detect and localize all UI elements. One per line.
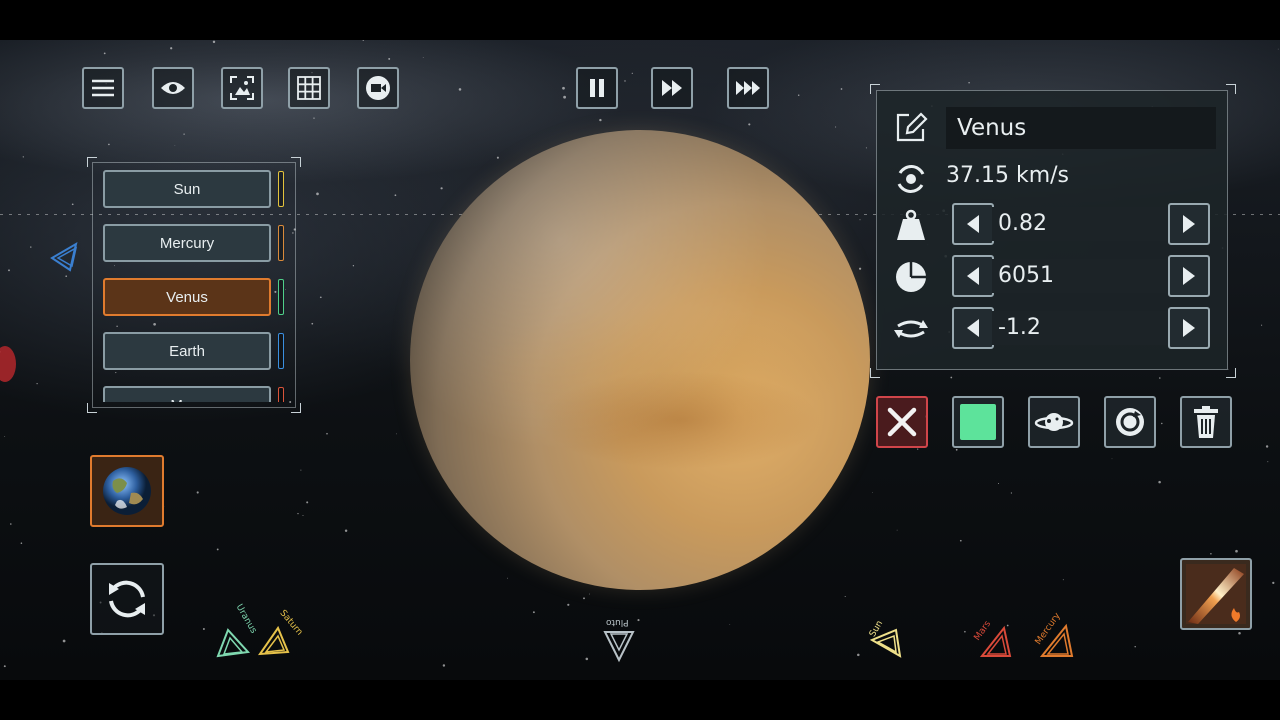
meteor-fire-icon — [1186, 564, 1246, 624]
object-list-item[interactable]: Venus — [103, 278, 271, 316]
radius-increase-button[interactable] — [1168, 255, 1210, 297]
weight-icon — [897, 209, 925, 240]
rotation-icon-wrap — [893, 311, 929, 347]
arrow-left-icon — [967, 319, 979, 337]
earth-thumbnail-icon — [103, 467, 151, 515]
trash-icon — [1194, 406, 1218, 438]
close-panel-button[interactable] — [876, 396, 928, 448]
edit-name-button[interactable] — [893, 109, 929, 145]
object-color-tag — [278, 333, 284, 369]
pause-button[interactable] — [576, 67, 618, 109]
faster-forward-button[interactable] — [727, 67, 769, 109]
menu-icon — [92, 79, 114, 97]
rotation-value[interactable]: -1.2 — [992, 311, 1170, 345]
arrow-right-icon — [1183, 215, 1195, 233]
fast-forward-icon — [662, 80, 682, 96]
destroy-mode-button[interactable] — [1180, 558, 1252, 630]
radius-stepper[interactable]: 6051 — [952, 255, 1210, 297]
menu-button[interactable] — [82, 67, 124, 109]
object-color-tag — [278, 387, 284, 402]
mercury-direction-marker[interactable] — [1040, 622, 1080, 660]
object-list-item[interactable]: Sun — [103, 170, 271, 208]
mass-value[interactable]: 0.82 — [992, 207, 1170, 241]
pluto-marker-label: Pluto — [606, 617, 629, 627]
screenshot-icon — [230, 76, 254, 100]
speed-icon-wrap — [893, 161, 929, 197]
refresh-icon — [109, 580, 145, 618]
radius-icon-wrap — [893, 259, 929, 295]
planet-type-button[interactable] — [1028, 396, 1080, 448]
object-name-field[interactable]: Venus — [946, 107, 1216, 149]
follow-object-button[interactable] — [1104, 396, 1156, 448]
arrow-right-icon — [1183, 319, 1195, 337]
radius-value[interactable]: 6051 — [992, 259, 1170, 293]
grid-button[interactable] — [288, 67, 330, 109]
rotation-stepper[interactable]: -1.2 — [952, 307, 1210, 349]
ringed-planet-icon — [1034, 413, 1074, 431]
object-color-tag — [278, 171, 284, 207]
radius-decrease-button[interactable] — [952, 255, 994, 297]
rotation-increase-button[interactable] — [1168, 307, 1210, 349]
mass-decrease-button[interactable] — [952, 203, 994, 245]
follow-orbit-icon — [1116, 408, 1144, 436]
mass-stepper[interactable]: 0.82 — [952, 203, 1210, 245]
sun-direction-marker[interactable] — [870, 626, 906, 660]
object-list-viewport[interactable]: Sun Mercury Venus Earth Mars — [96, 166, 292, 402]
close-icon — [887, 407, 917, 437]
rotation-icon — [894, 320, 928, 338]
record-button[interactable] — [357, 67, 399, 109]
offscreen-marker-left[interactable] — [48, 240, 96, 284]
pluto-direction-marker[interactable] — [603, 630, 635, 664]
radius-icon — [896, 262, 926, 292]
pause-icon — [590, 79, 604, 97]
object-info-panel: Venus 37.15 km/s 0.82 6051 -1.2 — [876, 90, 1228, 370]
planet-thumbnail-button[interactable] — [90, 455, 164, 527]
arrow-left-icon — [967, 215, 979, 233]
speed-readout: 37.15 km/s — [946, 163, 1070, 188]
orbit-speed-icon — [897, 165, 925, 193]
arrow-right-icon — [1183, 267, 1195, 285]
mass-increase-button[interactable] — [1168, 203, 1210, 245]
object-color-tag — [278, 225, 284, 261]
mars-direction-marker[interactable] — [980, 624, 1018, 660]
grid-icon — [297, 76, 321, 100]
object-list-item[interactable]: Mars — [103, 386, 271, 402]
camera-record-icon — [366, 76, 390, 100]
rotation-decrease-button[interactable] — [952, 307, 994, 349]
object-color-tag — [278, 279, 284, 315]
reset-button[interactable] — [90, 563, 164, 635]
planet-venus[interactable] — [410, 130, 870, 590]
object-list-item[interactable]: Earth — [103, 332, 271, 370]
object-list-item[interactable]: Mercury — [103, 224, 271, 262]
pencil-icon — [896, 112, 928, 142]
screenshot-button[interactable] — [221, 67, 263, 109]
delete-object-button[interactable] — [1180, 396, 1232, 448]
arrow-left-icon — [967, 267, 979, 285]
eye-icon — [161, 82, 185, 94]
color-swatch — [960, 404, 996, 440]
view-toggle-button[interactable] — [152, 67, 194, 109]
mass-icon-wrap — [893, 207, 929, 243]
faster-forward-icon — [736, 81, 760, 95]
color-picker-button[interactable] — [952, 396, 1004, 448]
fast-forward-button[interactable] — [651, 67, 693, 109]
